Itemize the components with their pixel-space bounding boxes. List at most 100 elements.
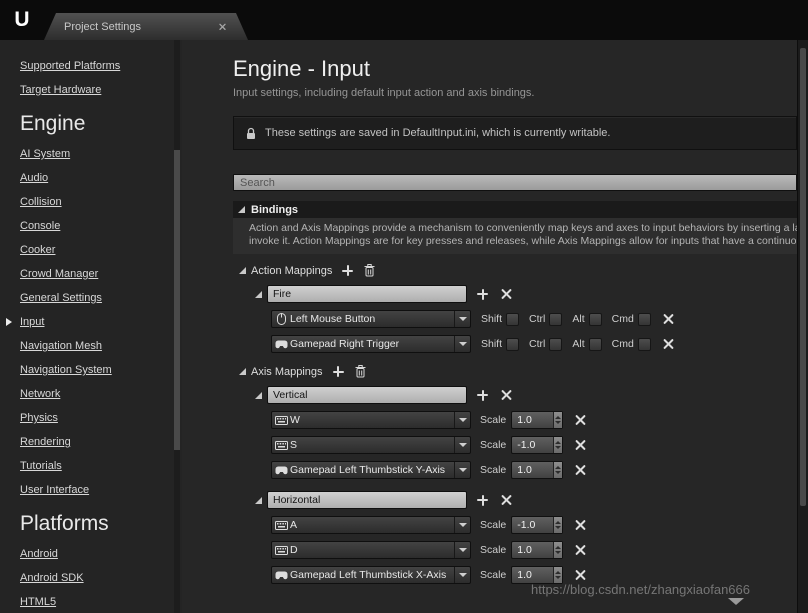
axis-binding-row: Gamepad Left Thumbstick Y-Axis Scale 1.0 xyxy=(271,461,797,479)
axis-name-input[interactable] xyxy=(267,386,467,404)
sidebar-item-navigation-mesh[interactable]: Navigation Mesh xyxy=(20,334,182,358)
spinner-arrows-icon[interactable] xyxy=(553,412,562,428)
sidebar-item-ai-system[interactable]: AI System xyxy=(20,142,182,166)
remove-binding-icon[interactable] xyxy=(663,339,674,350)
axis-name-input[interactable] xyxy=(267,491,467,509)
tab-project-settings[interactable]: Project Settings xyxy=(44,13,248,40)
key-select-dropdown[interactable]: A xyxy=(271,516,471,534)
sidebar-item-label: Input xyxy=(20,316,44,328)
scale-spinbox[interactable]: -1.0 xyxy=(511,436,563,454)
sidebar-item-label: General Settings xyxy=(20,292,102,304)
main-scrollbar[interactable] xyxy=(797,40,808,613)
sidebar-item-label: Navigation Mesh xyxy=(20,340,102,352)
scale-spinbox[interactable]: -1.0 xyxy=(511,516,563,534)
main-scrollbar-thumb[interactable] xyxy=(800,48,806,506)
remove-binding-icon[interactable] xyxy=(575,570,586,581)
remove-binding-icon[interactable] xyxy=(663,314,674,325)
add-key-binding-icon[interactable] xyxy=(477,390,488,401)
spinner-arrows-icon[interactable] xyxy=(553,517,562,533)
spinner-arrows-icon[interactable] xyxy=(553,542,562,558)
shift-checkbox[interactable] xyxy=(506,313,519,326)
action-name-input[interactable] xyxy=(267,285,467,303)
key-select-dropdown[interactable]: Gamepad Left Thumbstick X-Axis xyxy=(271,566,471,584)
chevron-down-icon xyxy=(454,567,470,583)
axis-group-horizontal xyxy=(255,491,797,509)
sidebar-item-physics[interactable]: Physics xyxy=(20,406,182,430)
remove-binding-icon[interactable] xyxy=(575,415,586,426)
sidebar-scrollbar-thumb[interactable] xyxy=(174,150,180,450)
sidebar-item-network[interactable]: Network xyxy=(20,382,182,406)
remove-binding-icon[interactable] xyxy=(575,520,586,531)
sidebar-item-input[interactable]: Input xyxy=(20,310,182,334)
expand-arrow-icon[interactable] xyxy=(239,368,246,375)
alt-checkbox[interactable] xyxy=(589,338,602,351)
delete-action-mappings-icon[interactable] xyxy=(364,264,375,277)
sidebar-item-target-hardware[interactable]: Target Hardware xyxy=(20,78,182,102)
delete-axis-mappings-icon[interactable] xyxy=(355,365,366,378)
sidebar-item-html5[interactable]: HTML5 xyxy=(20,590,182,613)
cmd-checkbox[interactable] xyxy=(638,338,651,351)
ctrl-checkbox[interactable] xyxy=(549,313,562,326)
scale-spinbox[interactable]: 1.0 xyxy=(511,411,563,429)
scale-label: Scale xyxy=(480,414,506,426)
sidebar-scrollbar[interactable] xyxy=(174,40,180,613)
sidebar-item-rendering[interactable]: Rendering xyxy=(20,430,182,454)
spinner-arrows-icon[interactable] xyxy=(553,567,562,583)
expand-arrow-icon[interactable] xyxy=(255,291,262,298)
sidebar-item-console[interactable]: Console xyxy=(20,214,182,238)
sidebar-item-android-sdk[interactable]: Android SDK xyxy=(20,566,182,590)
sidebar-item-navigation-system[interactable]: Navigation System xyxy=(20,358,182,382)
add-key-binding-icon[interactable] xyxy=(477,495,488,506)
remove-binding-icon[interactable] xyxy=(575,440,586,451)
sidebar-item-user-interface[interactable]: User Interface xyxy=(20,478,182,502)
ctrl-checkbox[interactable] xyxy=(549,338,562,351)
spinner-arrows-icon[interactable] xyxy=(553,462,562,478)
sidebar-item-crowd-manager[interactable]: Crowd Manager xyxy=(20,262,182,286)
gamepad-icon xyxy=(272,340,290,349)
gamepad-icon xyxy=(272,571,290,580)
expand-arrow-icon[interactable] xyxy=(255,497,262,504)
spinner-arrows-icon[interactable] xyxy=(553,437,562,453)
key-select-dropdown[interactable]: S xyxy=(271,436,471,454)
alt-checkbox[interactable] xyxy=(589,313,602,326)
add-action-mapping-icon[interactable] xyxy=(342,265,353,276)
remove-action-group-icon[interactable] xyxy=(501,289,512,300)
remove-binding-icon[interactable] xyxy=(575,545,586,556)
sidebar-item-tutorials[interactable]: Tutorials xyxy=(20,454,182,478)
key-select-dropdown[interactable]: Gamepad Left Thumbstick Y-Axis xyxy=(271,461,471,479)
key-select-dropdown[interactable]: W xyxy=(271,411,471,429)
add-axis-mapping-icon[interactable] xyxy=(333,366,344,377)
shift-checkbox[interactable] xyxy=(506,338,519,351)
sidebar-item-general-settings[interactable]: General Settings xyxy=(20,286,182,310)
sidebar-item-android[interactable]: Android xyxy=(20,542,182,566)
key-select-dropdown[interactable]: Left Mouse Button xyxy=(271,310,471,328)
gamepad-icon xyxy=(272,466,290,475)
key-select-dropdown[interactable]: Gamepad Right Trigger xyxy=(271,335,471,353)
sidebar-item-audio[interactable]: Audio xyxy=(20,166,182,190)
remove-binding-icon[interactable] xyxy=(575,465,586,476)
remove-axis-group-icon[interactable] xyxy=(501,390,512,401)
sidebar-item-cooker[interactable]: Cooker xyxy=(20,238,182,262)
sidebar-section-engine: Engine xyxy=(20,110,182,138)
sidebar-item-collision[interactable]: Collision xyxy=(20,190,182,214)
add-key-binding-icon[interactable] xyxy=(477,289,488,300)
remove-axis-group-icon[interactable] xyxy=(501,495,512,506)
sidebar-item-label: Network xyxy=(20,388,60,400)
key-select-dropdown[interactable]: D xyxy=(271,541,471,559)
search-input[interactable] xyxy=(233,174,797,191)
sidebar-item-supported-platforms[interactable]: Supported Platforms xyxy=(20,54,182,78)
scroll-down-indicator-icon[interactable] xyxy=(728,598,744,605)
sidebar-item-label: Physics xyxy=(20,412,58,424)
sidebar-section-platforms: Platforms xyxy=(20,510,182,538)
bindings-section-header[interactable]: Bindings xyxy=(233,201,797,218)
scale-spinbox[interactable]: 1.0 xyxy=(511,461,563,479)
cmd-checkbox[interactable] xyxy=(638,313,651,326)
scale-spinbox[interactable]: 1.0 xyxy=(511,566,563,584)
keyboard-icon xyxy=(272,441,290,450)
scale-spinbox[interactable]: 1.0 xyxy=(511,541,563,559)
expand-arrow-icon xyxy=(238,206,245,213)
expand-arrow-icon[interactable] xyxy=(255,392,262,399)
scale-label: Scale xyxy=(480,464,506,476)
expand-arrow-icon[interactable] xyxy=(239,267,246,274)
tab-close-icon[interactable] xyxy=(219,23,226,30)
